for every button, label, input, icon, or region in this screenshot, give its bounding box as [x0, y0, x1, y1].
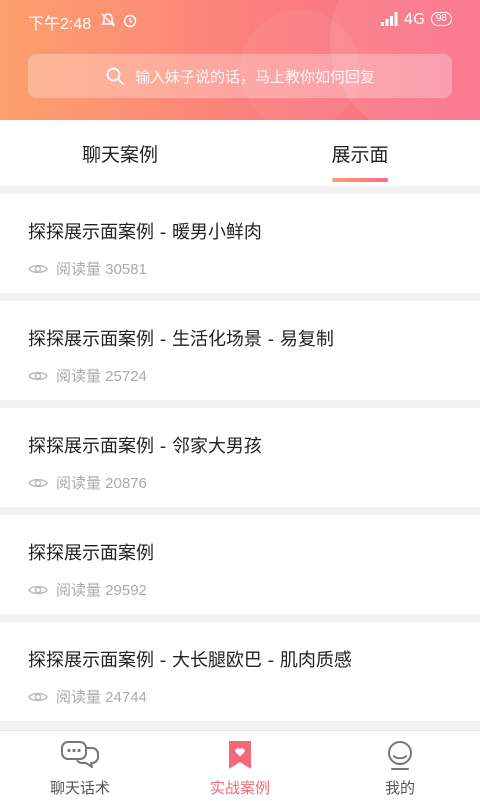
- eye-icon: [28, 264, 48, 273]
- list-item[interactable]: 探探展示面案例 阅读量 29592: [0, 515, 480, 614]
- article-title: 探探展示面案例 - 暖男小鲜肉: [28, 222, 262, 243]
- tab-chat-cases[interactable]: 聊天案例: [40, 140, 200, 167]
- article-title: 探探展示面案例 - 邻家大男孩: [28, 436, 262, 457]
- active-tab-indicator: [332, 178, 388, 182]
- status-time: 下午2:48: [28, 16, 92, 33]
- view-count: 阅读量 30581: [56, 261, 147, 278]
- article-meta: 阅读量 20876: [28, 472, 147, 493]
- eye-icon: [28, 371, 48, 380]
- search-bar[interactable]: 输入妹子说的话，马上教你如何回复: [28, 54, 452, 98]
- chat-bubbles-icon: [61, 741, 99, 768]
- article-meta: 阅读量 24744: [28, 686, 147, 707]
- view-count: 阅读量 20876: [56, 475, 147, 492]
- article-meta: 阅读量 29592: [28, 579, 147, 600]
- bottom-nav: 聊天话术 实战案例 我的: [0, 730, 480, 801]
- article-meta: 阅读量 25724: [28, 365, 147, 386]
- article-title: 探探展示面案例: [28, 543, 154, 564]
- nav-real-cases[interactable]: 实战案例: [160, 731, 320, 801]
- heart-bookmark-icon: [229, 741, 251, 769]
- header: 下午2:48 4G 98 输入妹子说的话，马上教你如何回复: [0, 0, 480, 120]
- nav-chat-scripts[interactable]: 聊天话术: [0, 731, 160, 801]
- nav-profile[interactable]: 我的: [320, 731, 480, 801]
- search-icon: [106, 67, 124, 85]
- list-item[interactable]: 探探展示面案例 - 生活化场景 - 易复制 阅读量 25724: [0, 301, 480, 400]
- smiley-profile-icon: [388, 741, 412, 770]
- view-count: 阅读量 29592: [56, 582, 147, 599]
- search-placeholder: 输入妹子说的话，马上教你如何回复: [134, 67, 375, 86]
- nav-label: 聊天话术: [49, 779, 110, 797]
- article-list: 探探展示面案例 - 暖男小鲜肉 阅读量 30581 探探展示面案例 - 生活化场…: [0, 194, 480, 729]
- view-count: 阅读量 24744: [56, 689, 147, 706]
- mute-bell-icon: [101, 13, 115, 27]
- network-type: 4G: [403, 10, 425, 28]
- eye-icon: [28, 478, 48, 487]
- article-meta: 阅读量 30581: [28, 258, 147, 279]
- status-bar: 下午2:48 4G 98: [0, 0, 480, 40]
- battery-indicator: 98: [430, 12, 452, 26]
- eye-icon: [28, 692, 48, 701]
- view-count: 阅读量 25724: [56, 368, 147, 385]
- eye-icon: [28, 585, 48, 594]
- signal-icon: [380, 12, 398, 26]
- tab-showcase[interactable]: 展示面: [280, 140, 440, 167]
- nav-label: 我的: [384, 779, 415, 797]
- article-title: 探探展示面案例 - 大长腿欧巴 - 肌肉质感: [28, 650, 352, 671]
- list-item[interactable]: 探探展示面案例 - 大长腿欧巴 - 肌肉质感 阅读量 24744: [0, 622, 480, 721]
- status-right: 4G 98: [380, 10, 452, 28]
- tab-bar: 聊天案例 展示面: [0, 120, 480, 186]
- article-title: 探探展示面案例 - 生活化场景 - 易复制: [28, 329, 334, 350]
- list-item[interactable]: 探探展示面案例 - 暖男小鲜肉 阅读量 30581: [0, 194, 480, 293]
- nav-label: 实战案例: [209, 779, 270, 797]
- alarm-icon: [123, 14, 137, 28]
- list-item[interactable]: 探探展示面案例 - 邻家大男孩 阅读量 20876: [0, 408, 480, 507]
